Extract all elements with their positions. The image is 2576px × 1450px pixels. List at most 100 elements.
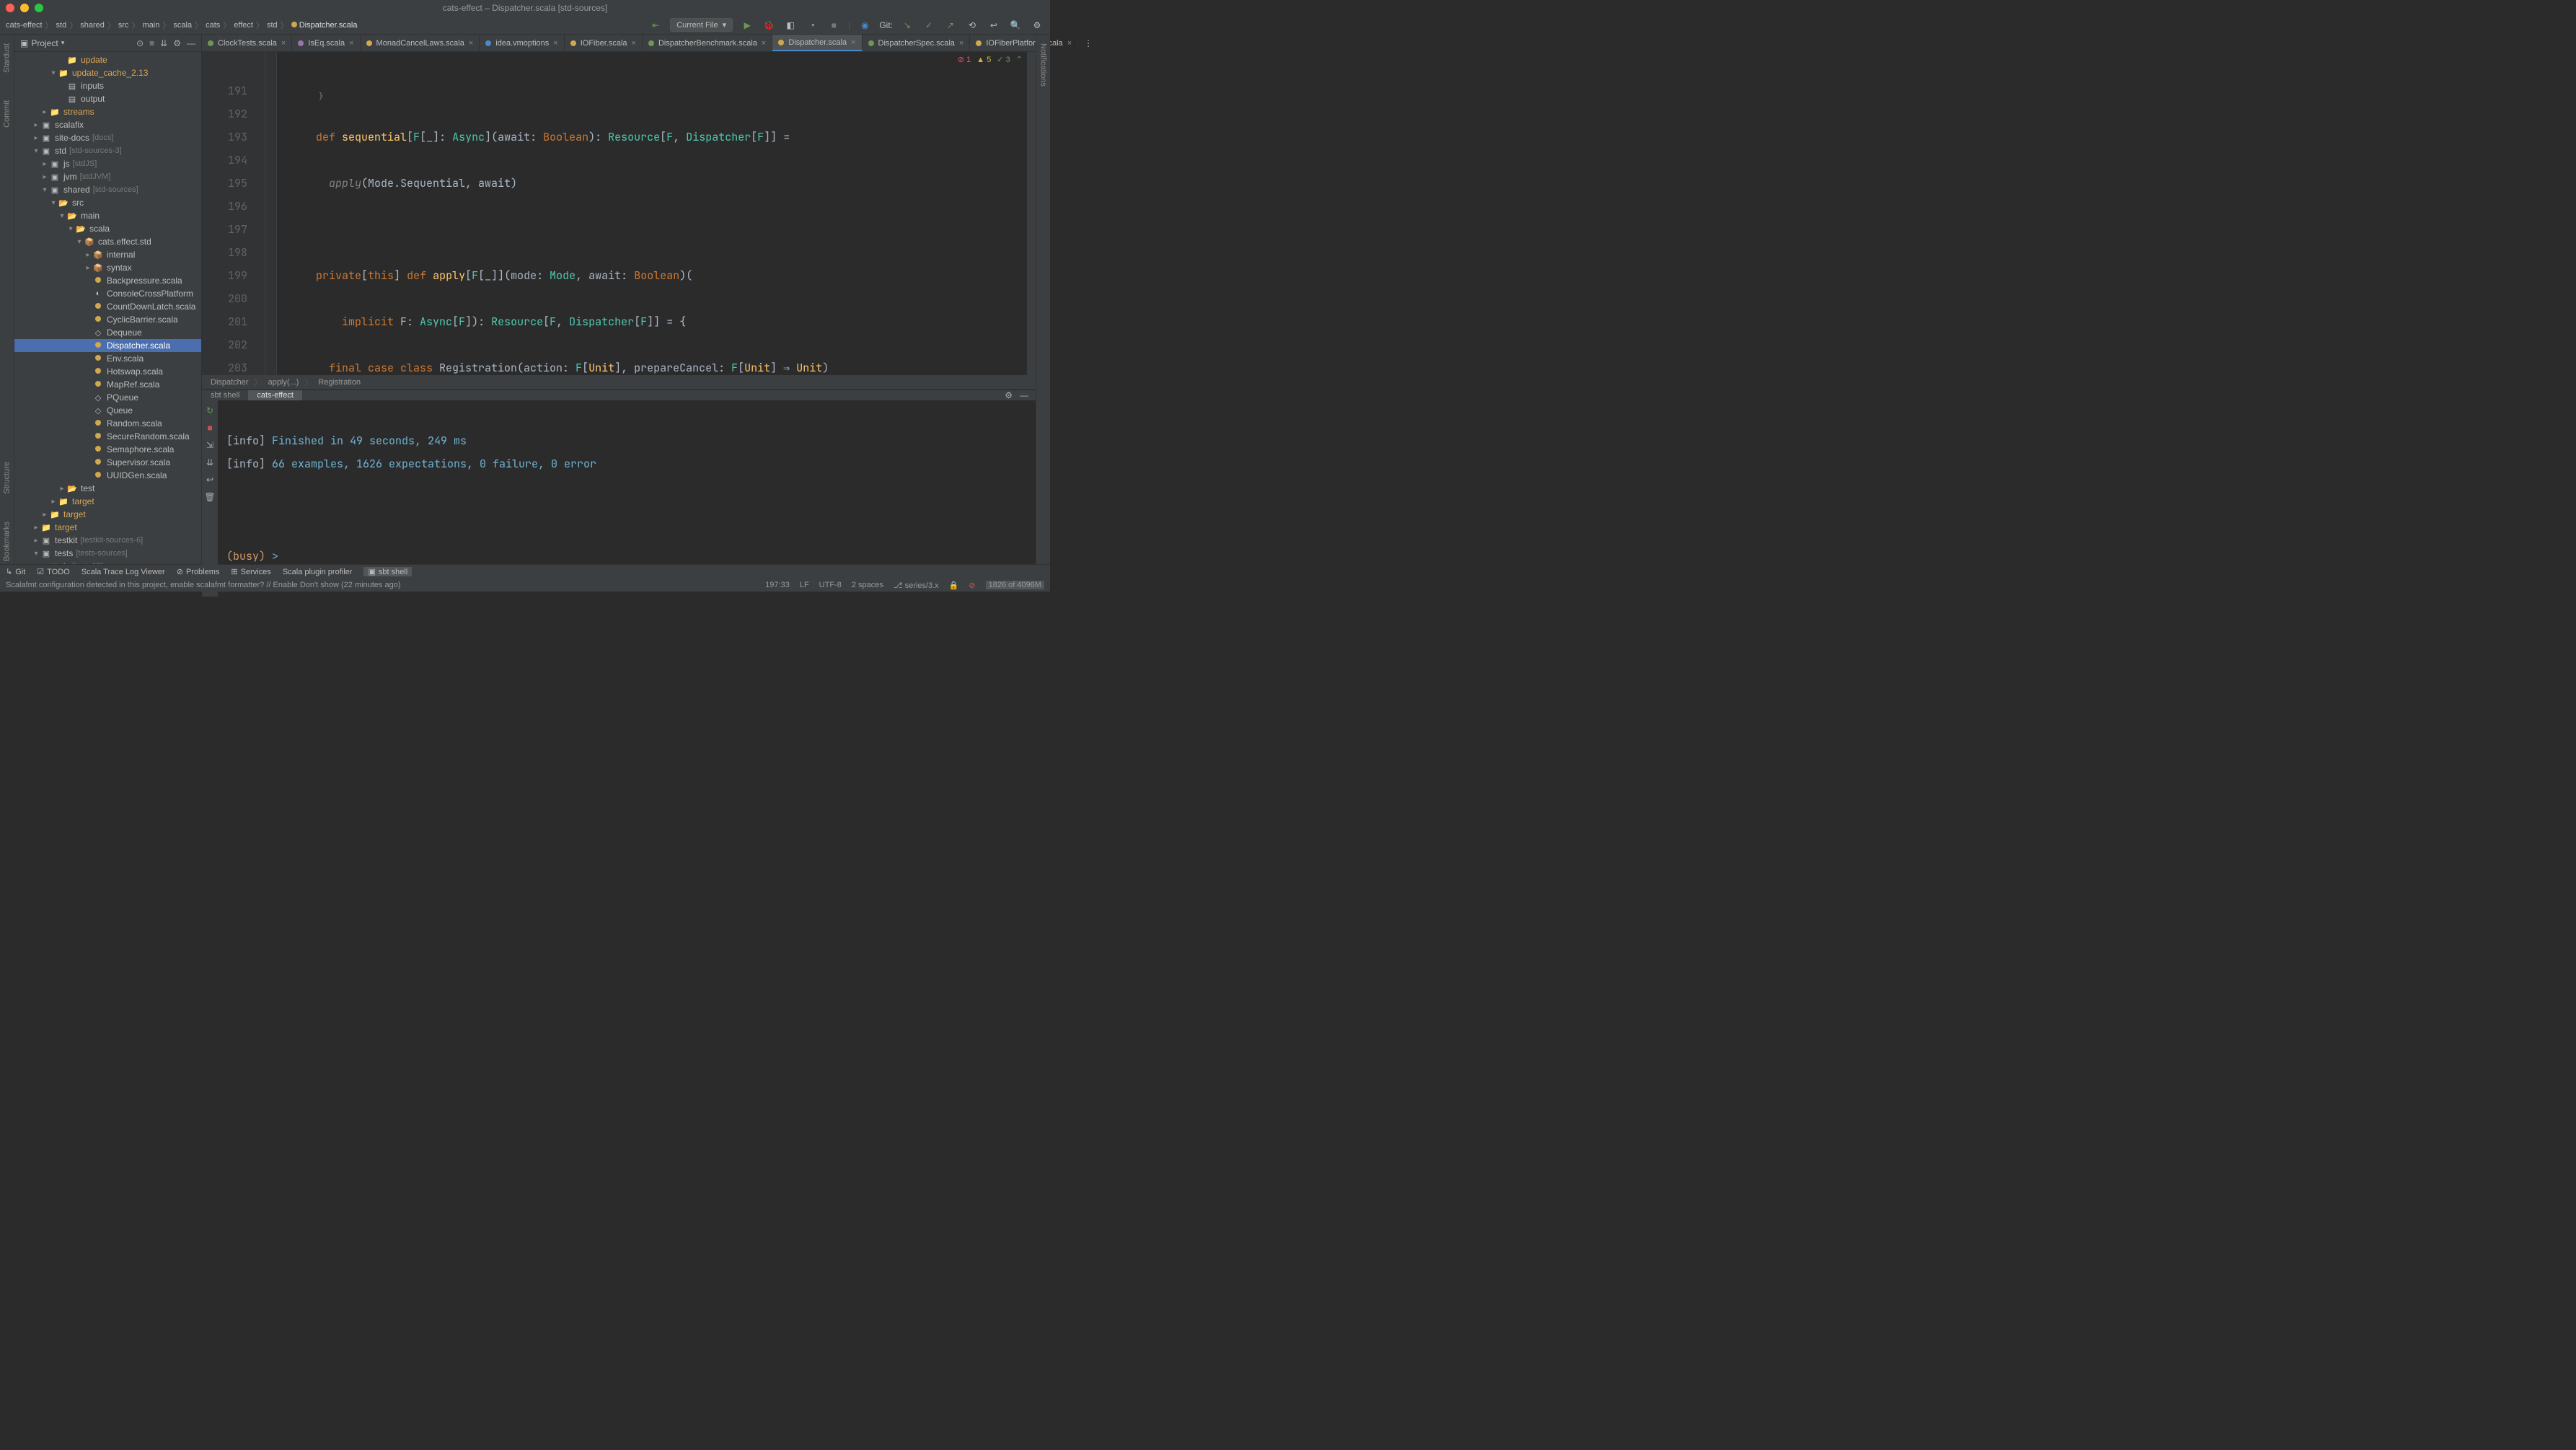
line-number[interactable]: 192 — [208, 102, 247, 126]
tree-node[interactable]: ▾📂scala — [14, 222, 201, 235]
notifications-tool-button[interactable]: Notifications — [1039, 40, 1048, 89]
close-tab-icon[interactable]: × — [851, 38, 855, 47]
vcs-commit-button[interactable]: ✓ — [922, 18, 936, 32]
tree-node[interactable]: Supervisor.scala — [14, 456, 201, 469]
tree-node[interactable]: ▾📦cats.effect.std — [14, 235, 201, 248]
tree-node[interactable]: Hotswap.scala — [14, 365, 201, 378]
settings-button[interactable]: ⚙ — [1030, 18, 1044, 32]
tree-node[interactable]: ▤inputs — [14, 79, 201, 92]
rollback-button[interactable]: ↩ — [987, 18, 1001, 32]
tree-node[interactable]: CyclicBarrier.scala — [14, 313, 201, 326]
tree-node[interactable]: ▸📁target — [14, 521, 201, 534]
editor-tab[interactable]: IOFiberPlatform.scala× — [970, 35, 1078, 51]
soft-wrap-icon[interactable]: ↩ — [204, 474, 216, 485]
scroll-icon[interactable]: ⇊ — [204, 457, 216, 468]
sbt-shell-button[interactable]: ▣ sbt shell — [363, 567, 412, 576]
close-window-button[interactable] — [6, 4, 14, 12]
console-tab-sbt-shell[interactable]: sbt shell — [202, 390, 248, 400]
minimize-window-button[interactable] — [20, 4, 29, 12]
tree-node[interactable]: ▸▣site-docs[docs] — [14, 131, 201, 144]
tree-node[interactable]: Backpressure.scala — [14, 274, 201, 287]
close-tab-icon[interactable]: × — [553, 39, 557, 48]
readonly-lock-icon[interactable]: 🔒 — [949, 581, 959, 590]
rerun-icon[interactable]: ↻ — [204, 405, 216, 416]
close-tab-icon[interactable]: × — [349, 39, 353, 48]
tree-node[interactable]: MapRef.scala — [14, 378, 201, 391]
scala-profiler-button[interactable]: Scala plugin profiler — [283, 568, 353, 576]
hide-panel-icon[interactable]: — — [187, 38, 195, 48]
crumb[interactable]: std — [267, 21, 278, 30]
bookmarks-tool-button[interactable]: Bookmarks — [3, 519, 12, 564]
tree-node[interactable]: ▤output — [14, 92, 201, 105]
tree-node[interactable]: ▸▣js[testsJS] — [14, 560, 201, 564]
crumb[interactable]: cats — [206, 21, 220, 30]
tree-node[interactable]: ◇Dequeue — [14, 326, 201, 339]
tree-node[interactable]: ▸📂test — [14, 482, 201, 495]
stop-button[interactable]: ■ — [826, 18, 841, 32]
tree-node[interactable]: UUIDGen.scala — [14, 469, 201, 482]
line-number[interactable]: 193 — [208, 126, 247, 149]
close-tab-icon[interactable]: × — [469, 39, 473, 48]
editor-tab[interactable]: DispatcherBenchmark.scala× — [643, 35, 772, 51]
maximize-window-button[interactable] — [35, 4, 43, 12]
crumb[interactable]: cats-effect — [6, 21, 43, 30]
indent-widget[interactable]: 2 spaces — [852, 581, 883, 589]
console-tab-cats-effect[interactable]: cats-effect — [248, 390, 302, 400]
todo-tool-button[interactable]: ☑ TODO — [37, 567, 69, 576]
fold-gutter[interactable] — [265, 52, 277, 375]
tree-node[interactable]: Env.scala — [14, 352, 201, 365]
tree-node[interactable]: Random.scala — [14, 417, 201, 430]
tree-node[interactable]: CountDownLatch.scala — [14, 300, 201, 313]
line-number[interactable]: 191 — [208, 79, 247, 102]
problems-tool-button[interactable]: ⊘ Problems — [177, 567, 220, 576]
line-number[interactable]: 195 — [208, 172, 247, 195]
coverage-button[interactable]: ◧ — [783, 18, 798, 32]
commit-tool-button[interactable]: Commit — [3, 97, 12, 131]
tree-node[interactable]: Semaphore.scala — [14, 443, 201, 456]
tree-node[interactable]: ▸📦syntax — [14, 261, 201, 274]
line-separator[interactable]: LF — [800, 581, 809, 589]
tree-node[interactable]: 📁update — [14, 53, 201, 66]
crumb[interactable]: scala — [173, 21, 192, 30]
crumb[interactable]: effect — [234, 21, 253, 30]
tree-node[interactable]: ▾▣tests[tests-sources] — [14, 547, 201, 560]
tree-node[interactable]: ▾📁update_cache_2.13 — [14, 66, 201, 79]
run-button[interactable]: ▶ — [740, 18, 754, 32]
crumb[interactable]: shared — [80, 21, 105, 30]
collapse-all-icon[interactable]: ⇊ — [160, 38, 167, 48]
stardust-tool-button[interactable]: Stardust — [3, 40, 12, 76]
memory-indicator[interactable]: 1826 of 4096M — [986, 581, 1044, 589]
tree-node[interactable]: ◇Queue — [14, 404, 201, 417]
vcs-push-button[interactable]: ↗ — [943, 18, 958, 32]
crumb[interactable]: main — [143, 21, 160, 30]
profile-button[interactable]: ◔ — [805, 18, 819, 32]
line-number[interactable]: 201 — [208, 310, 247, 333]
tree-node[interactable]: ▸📁target — [14, 495, 201, 508]
line-number[interactable]: 200 — [208, 287, 247, 310]
tree-node[interactable]: ▾▣shared[std-sources] — [14, 183, 201, 196]
editor-tab[interactable]: ClockTests.scala× — [202, 35, 292, 51]
tree-node[interactable]: ▸📦internal — [14, 248, 201, 261]
tree-node[interactable]: ◇PQueue — [14, 391, 201, 404]
close-tab-icon[interactable]: × — [959, 39, 963, 48]
file-encoding[interactable]: UTF-8 — [819, 581, 842, 589]
line-number[interactable]: 196 — [208, 195, 247, 218]
editor-tab[interactable]: IOFiber.scala× — [565, 35, 643, 51]
line-number-gutter[interactable]: 191192193194195196197198199200201202203 — [202, 52, 265, 375]
build-button[interactable]: ⇤ — [648, 18, 663, 32]
line-number[interactable]: 198 — [208, 241, 247, 264]
editor-tab[interactable]: DispatcherSpec.scala× — [863, 35, 971, 51]
git-branch-widget[interactable]: ⎇ series/3.x — [894, 581, 939, 590]
code-editor[interactable]: } def sequential[F[_]: Async](await: Boo… — [277, 52, 1027, 375]
project-tree[interactable]: 📁update▾📁update_cache_2.13▤inputs▤output… — [14, 52, 201, 564]
search-everywhere-button[interactable]: 🔍 — [1008, 18, 1023, 32]
tree-node[interactable]: ▸📁target — [14, 508, 201, 521]
tabs-more-icon[interactable]: ⋮ — [1078, 38, 1098, 48]
line-number[interactable]: 203 — [208, 356, 247, 379]
editor-tab[interactable]: MonadCancelLaws.scala× — [361, 35, 480, 51]
console-settings-icon[interactable]: ⚙ — [1005, 390, 1013, 400]
git-tool-button[interactable]: ↳ Git — [6, 567, 25, 576]
line-number[interactable]: 199 — [208, 264, 247, 287]
close-tab-icon[interactable]: × — [762, 39, 766, 48]
close-tab-icon[interactable]: × — [281, 39, 286, 48]
